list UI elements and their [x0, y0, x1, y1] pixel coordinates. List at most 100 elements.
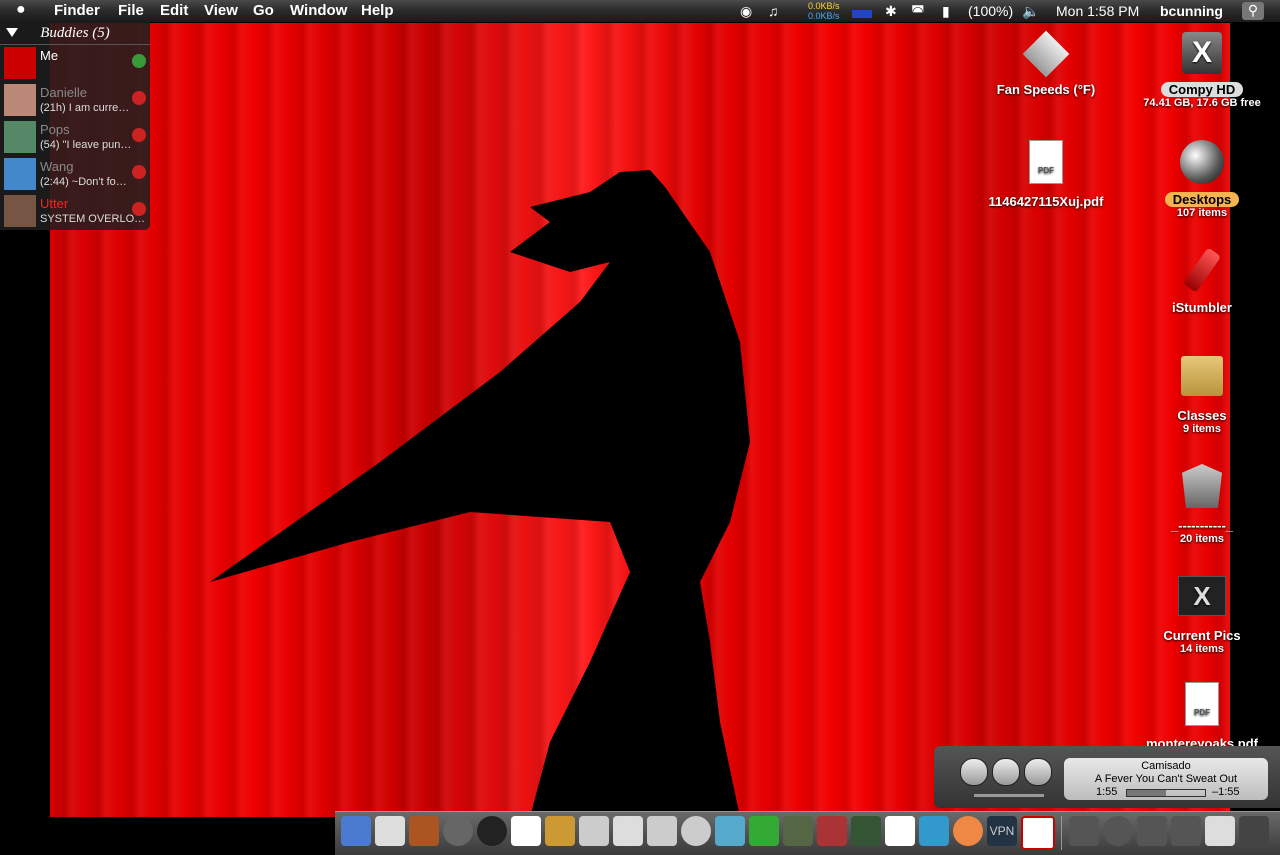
buddy-row-danielle[interactable]: Danielle (21h) I am curre…: [0, 82, 150, 119]
cpu-meter-icon[interactable]: [852, 10, 872, 18]
hard-drive-icon: X: [1182, 32, 1222, 74]
avatar: [4, 195, 36, 227]
elapsed-time: 1:55: [1096, 786, 1118, 798]
buddy-row-wang[interactable]: Wang (2:44) ~Don't fo…: [0, 156, 150, 193]
record-app-icon[interactable]: [1021, 816, 1055, 850]
icon-label: Desktops: [1164, 192, 1240, 207]
menu-help[interactable]: Help: [361, 2, 394, 19]
buddy-name: Danielle: [40, 85, 87, 100]
menu-bar: ● Finder File Edit View Go Window Help ◉…: [0, 0, 1280, 23]
buddy-row-pops[interactable]: Pops (54) "I leave pun…: [0, 119, 150, 156]
desktop-icon-pdf2[interactable]: PDF montereyoaks.pdf: [1144, 682, 1260, 751]
comic-icon[interactable]: [885, 816, 915, 846]
tools-icon[interactable]: [1171, 816, 1201, 846]
x11-icon[interactable]: [1069, 816, 1099, 846]
menubar-user[interactable]: bcunning: [1160, 3, 1223, 19]
buddy-status: (54) "I leave pun…: [40, 139, 132, 151]
icon-label: _-----------_: [1170, 518, 1234, 533]
warcraft-icon[interactable]: [851, 816, 881, 846]
iphoto-icon[interactable]: [545, 816, 575, 846]
buddy-row-me[interactable]: Me: [0, 45, 150, 82]
status-badge-icon: [132, 202, 146, 216]
progress-bar[interactable]: [1126, 789, 1206, 797]
adium-icon[interactable]: [409, 816, 439, 846]
safari-icon[interactable]: [443, 816, 473, 846]
ical-icon[interactable]: [511, 816, 541, 846]
finder-icon[interactable]: [341, 816, 371, 846]
icon-sublabel: 20 items: [1179, 533, 1225, 545]
icon-label: 1146427115Xuj.pdf: [988, 194, 1104, 209]
apple-menu-icon[interactable]: ●: [16, 1, 26, 19]
menu-app-finder[interactable]: Finder: [54, 2, 100, 19]
avatar: [4, 121, 36, 153]
trash-icon[interactable]: [1239, 816, 1269, 846]
icon-label: Fan Speeds (°F): [996, 82, 1096, 97]
buddy-name: Utter: [40, 196, 69, 211]
menubar-clock[interactable]: Mon 1:58 PM: [1056, 3, 1139, 19]
progress-fill: [1127, 790, 1166, 796]
printer-icon[interactable]: [1205, 816, 1235, 846]
headphones-icon[interactable]: ◉: [740, 3, 752, 20]
battery-percent[interactable]: (100%): [968, 3, 1013, 19]
desktop-icon-desktops[interactable]: Desktops 107 items: [1150, 140, 1254, 219]
desktop-icon-pdf1[interactable]: PDF 1146427115Xuj.pdf: [984, 140, 1108, 209]
pdf-file-icon: PDF: [1185, 682, 1219, 726]
desktop-icon-folder-dashes[interactable]: _-----------_ 20 items: [1150, 464, 1254, 545]
icon-label: Current Pics: [1163, 628, 1241, 643]
icon-sublabel: 107 items: [1176, 207, 1228, 219]
volume-icon[interactable]: 🔈: [1022, 3, 1039, 20]
itunes-headphones-icon[interactable]: [477, 816, 507, 846]
triforce-icon[interactable]: [1137, 816, 1167, 846]
bird-app-icon[interactable]: [919, 816, 949, 846]
rewind-button[interactable]: [960, 758, 988, 786]
menu-view[interactable]: View: [204, 2, 238, 19]
buddy-name: Wang: [40, 159, 74, 174]
pictures-folder-icon: X: [1178, 576, 1226, 616]
icon-label: iStumbler: [1172, 300, 1232, 315]
icon-sublabel: 74.41 GB, 17.6 GB free: [1143, 97, 1261, 109]
buddy-row-utter[interactable]: Utter SYSTEM OVERLO…: [0, 193, 150, 230]
itunes-music-icon[interactable]: ♫: [768, 3, 779, 19]
menu-edit[interactable]: Edit: [160, 2, 188, 19]
desktop-icon-classes[interactable]: Classes 9 items: [1150, 356, 1254, 435]
icon-sublabel: 14 items: [1179, 643, 1225, 655]
mail-icon[interactable]: [375, 816, 405, 846]
folder-icon: [1181, 356, 1223, 396]
menu-window[interactable]: Window: [290, 2, 347, 19]
network-meter[interactable]: 0.0KB/s 0.0KB/s: [808, 1, 840, 21]
textedit-icon[interactable]: [613, 816, 643, 846]
halo-icon[interactable]: [783, 816, 813, 846]
game-icon[interactable]: [817, 816, 847, 846]
pause-button[interactable]: [992, 758, 1020, 786]
system-preferences-icon[interactable]: [681, 816, 711, 846]
collapse-triangle-icon[interactable]: [6, 28, 18, 37]
battery-icon[interactable]: ▮: [942, 3, 950, 20]
icon-label: Classes: [1177, 408, 1227, 423]
desktop-icon-istumbler[interactable]: iStumbler: [1150, 247, 1254, 315]
disk-icon[interactable]: [1103, 816, 1133, 846]
status-badge-icon: [132, 54, 146, 68]
volume-slider[interactable]: [974, 794, 1044, 797]
net-up-rate: 0.0KB/s: [808, 1, 840, 11]
wifi-icon[interactable]: ◚: [911, 3, 925, 20]
apple-icon[interactable]: [579, 816, 609, 846]
spotlight-search-icon[interactable]: ⚲: [1242, 2, 1264, 20]
avatar: [4, 158, 36, 190]
pie-chart-app-icon[interactable]: [953, 816, 983, 846]
buddy-list-title: Buddies (5): [0, 22, 150, 45]
battery-app-icon[interactable]: [749, 816, 779, 846]
menu-go[interactable]: Go: [253, 2, 274, 19]
menu-file[interactable]: File: [118, 2, 144, 19]
itunes-widget: Camisado A Fever You Can't Sweat Out 1:5…: [934, 746, 1280, 808]
vpn-icon[interactable]: VPN: [987, 816, 1017, 846]
itunes-display: Camisado A Fever You Can't Sweat Out 1:5…: [1064, 758, 1268, 800]
buddy-status: (21h) I am curre…: [40, 102, 130, 114]
fast-forward-button[interactable]: [1024, 758, 1052, 786]
dock: VPN: [335, 811, 1280, 855]
transmit-icon[interactable]: [715, 816, 745, 846]
desktop-icon-fan-speeds[interactable]: Fan Speeds (°F): [990, 30, 1102, 97]
utility-icon[interactable]: [647, 816, 677, 846]
desktop-icon-current-pics[interactable]: X Current Pics 14 items: [1150, 576, 1254, 655]
bluetooth-icon[interactable]: ✱: [885, 3, 897, 20]
desktop-icon-compy-hd[interactable]: X Compy HD 74.41 GB, 17.6 GB free: [1140, 32, 1264, 109]
